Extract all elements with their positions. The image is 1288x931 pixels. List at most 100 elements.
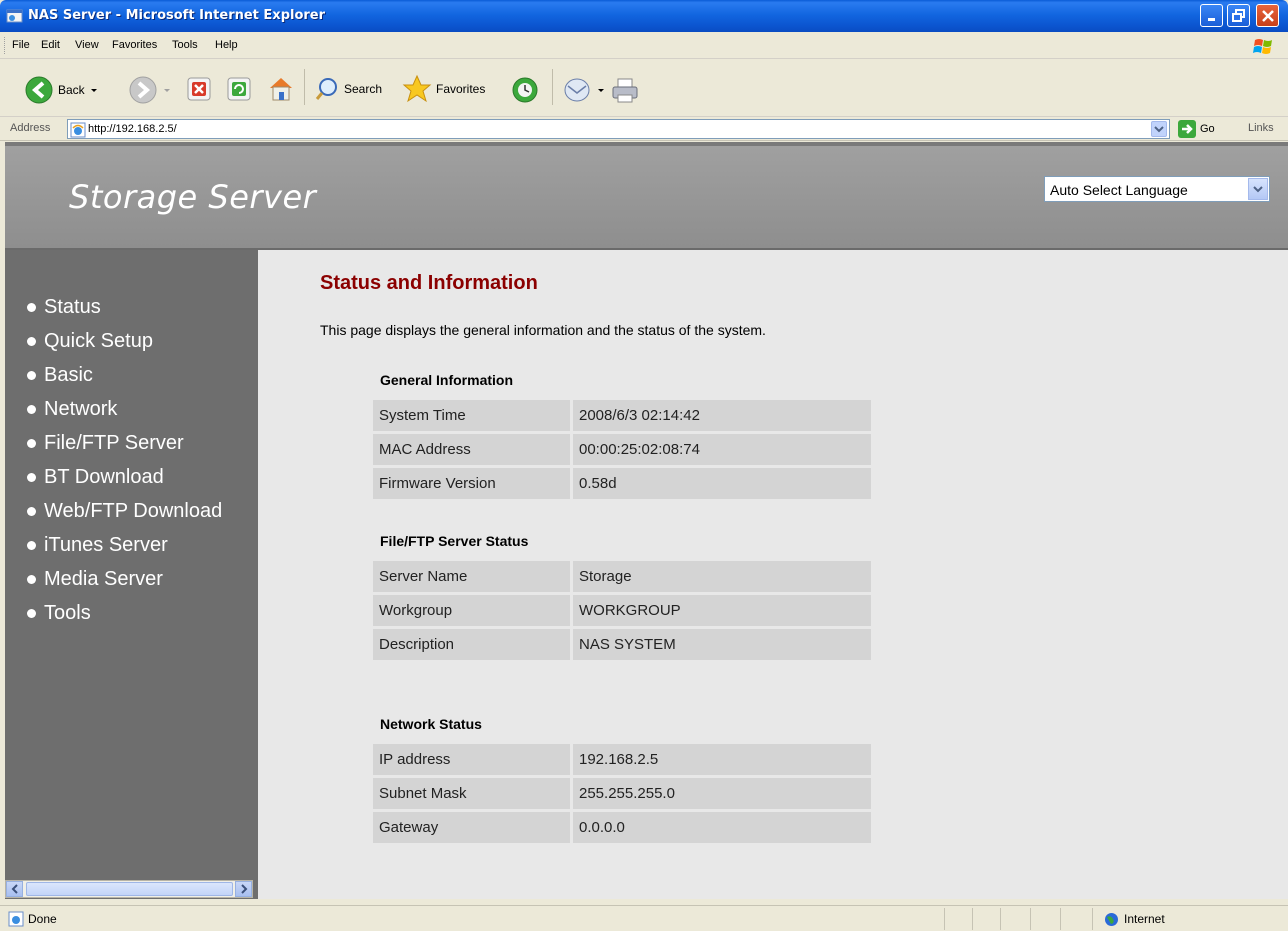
- restore-icon: [1231, 8, 1245, 22]
- status-text: Done: [28, 912, 57, 926]
- history-button[interactable]: [510, 75, 540, 105]
- bullet-icon: [27, 541, 36, 550]
- chevron-down-icon: [1253, 186, 1263, 193]
- sidebar-item-media-server[interactable]: Media Server: [27, 568, 163, 591]
- sidebar-item-label: Tools: [44, 602, 91, 624]
- table-row: MAC Address 00:00:25:02:08:74: [373, 434, 871, 465]
- row-key: Gateway: [373, 812, 570, 843]
- table-row: Workgroup WORKGROUP: [373, 595, 871, 626]
- links-button[interactable]: Links: [1248, 122, 1274, 134]
- sidebar-item-label: iTunes Server: [44, 534, 168, 556]
- menu-file[interactable]: File: [12, 39, 30, 51]
- sidebar-item-itunes-server[interactable]: iTunes Server: [27, 534, 168, 557]
- chevron-left-icon: [11, 884, 18, 894]
- row-value: 255.255.255.0: [573, 778, 871, 809]
- row-key: Server Name: [373, 561, 570, 592]
- back-dropdown-icon[interactable]: [89, 85, 99, 95]
- row-value: Storage: [573, 561, 871, 592]
- menu-help[interactable]: Help: [215, 39, 238, 51]
- star-icon: [402, 74, 432, 103]
- table-row: Gateway 0.0.0.0: [373, 812, 871, 843]
- toolbar-separator: [552, 69, 553, 105]
- page-done-icon: [8, 911, 24, 927]
- row-value: 192.168.2.5: [573, 744, 871, 775]
- language-select-value: Auto Select Language: [1050, 182, 1188, 198]
- row-value: 00:00:25:02:08:74: [573, 434, 871, 465]
- status-divider: [1092, 908, 1093, 930]
- menu-grip: [4, 37, 7, 54]
- bullet-icon: [27, 405, 36, 414]
- page-viewport: Storage Server Auto Select Language Stat…: [5, 142, 1288, 899]
- toolbar: Back Search Favorites: [0, 59, 1288, 117]
- sidebar-item-file-ftp-server[interactable]: File/FTP Server: [27, 432, 184, 455]
- sidebar-item-quick-setup[interactable]: Quick Setup: [27, 330, 153, 353]
- stop-button[interactable]: [186, 76, 212, 102]
- table-row: IP address 192.168.2.5: [373, 744, 871, 775]
- back-button[interactable]: Back: [24, 75, 99, 105]
- sidebar-item-web-ftp-download[interactable]: Web/FTP Download: [27, 500, 222, 523]
- menu-view[interactable]: View: [75, 39, 99, 51]
- windows-logo-icon: [1253, 39, 1272, 54]
- home-icon: [270, 78, 292, 101]
- sidebar-item-tools[interactable]: Tools: [27, 602, 91, 625]
- row-key: Firmware Version: [373, 468, 570, 499]
- minimize-icon: [1207, 17, 1215, 21]
- restore-button[interactable]: [1227, 4, 1250, 27]
- sidebar-item-status[interactable]: Status: [27, 296, 101, 319]
- sidebar-item-network[interactable]: Network: [27, 398, 117, 421]
- address-input[interactable]: http://192.168.2.5/: [67, 119, 1170, 139]
- mail-button[interactable]: [562, 75, 606, 105]
- page-description: This page displays the general informati…: [320, 322, 766, 338]
- bullet-icon: [27, 507, 36, 516]
- security-zone: Internet: [1124, 912, 1165, 926]
- mail-dropdown-icon[interactable]: [596, 85, 606, 95]
- language-select[interactable]: Auto Select Language: [1044, 176, 1270, 202]
- bullet-icon: [27, 575, 36, 584]
- search-button[interactable]: Search: [314, 76, 382, 102]
- table-row: Server Name Storage: [373, 561, 871, 592]
- sidebar-item-basic[interactable]: Basic: [27, 364, 93, 387]
- table-row: Description NAS SYSTEM: [373, 629, 871, 660]
- forward-button[interactable]: [128, 75, 172, 105]
- language-dropdown-button[interactable]: [1248, 178, 1268, 200]
- printer-icon: [612, 78, 638, 103]
- go-button[interactable]: Go: [1178, 120, 1215, 138]
- favorites-button[interactable]: Favorites: [402, 74, 485, 104]
- chevron-right-icon: [240, 884, 247, 894]
- refresh-button[interactable]: [226, 76, 252, 102]
- scroll-right-button[interactable]: [235, 881, 252, 897]
- home-button[interactable]: [266, 74, 296, 104]
- ie-icon: [6, 9, 23, 23]
- sidebar-item-label: Media Server: [44, 568, 163, 590]
- chevron-down-icon: [1154, 126, 1164, 133]
- print-button[interactable]: [610, 75, 640, 105]
- favorites-label: Favorites: [436, 82, 486, 96]
- status-divider: [1000, 908, 1001, 930]
- back-label: Back: [58, 83, 85, 97]
- row-key: IP address: [373, 744, 570, 775]
- back-arrow-icon: [25, 76, 53, 104]
- window-title: NAS Server - Microsoft Internet Explorer: [28, 8, 326, 23]
- scroll-thumb[interactable]: [26, 882, 233, 896]
- close-button[interactable]: [1256, 4, 1279, 27]
- scroll-left-button[interactable]: [6, 881, 23, 897]
- address-bar: Address http://192.168.2.5/ Go Links: [0, 117, 1288, 141]
- menu-tools[interactable]: Tools: [172, 39, 198, 51]
- bullet-icon: [27, 439, 36, 448]
- go-arrow-icon: [1178, 120, 1196, 138]
- sidebar-item-bt-download[interactable]: BT Download: [27, 466, 164, 489]
- row-key: System Time: [373, 400, 570, 431]
- menu-favorites[interactable]: Favorites: [112, 39, 157, 51]
- row-key: Subnet Mask: [373, 778, 570, 809]
- forward-dropdown-icon[interactable]: [162, 85, 172, 95]
- row-value: WORKGROUP: [573, 595, 871, 626]
- horizontal-scrollbar[interactable]: [5, 880, 253, 898]
- minimize-button[interactable]: [1200, 4, 1223, 27]
- forward-arrow-icon: [129, 76, 157, 104]
- status-divider: [944, 908, 945, 930]
- history-icon: [512, 77, 538, 103]
- address-dropdown-button[interactable]: [1151, 121, 1167, 137]
- menu-edit[interactable]: Edit: [41, 39, 60, 51]
- sidebar-nav: Status Quick Setup Basic Network File/FT…: [5, 250, 258, 899]
- row-value: 0.58d: [573, 468, 871, 499]
